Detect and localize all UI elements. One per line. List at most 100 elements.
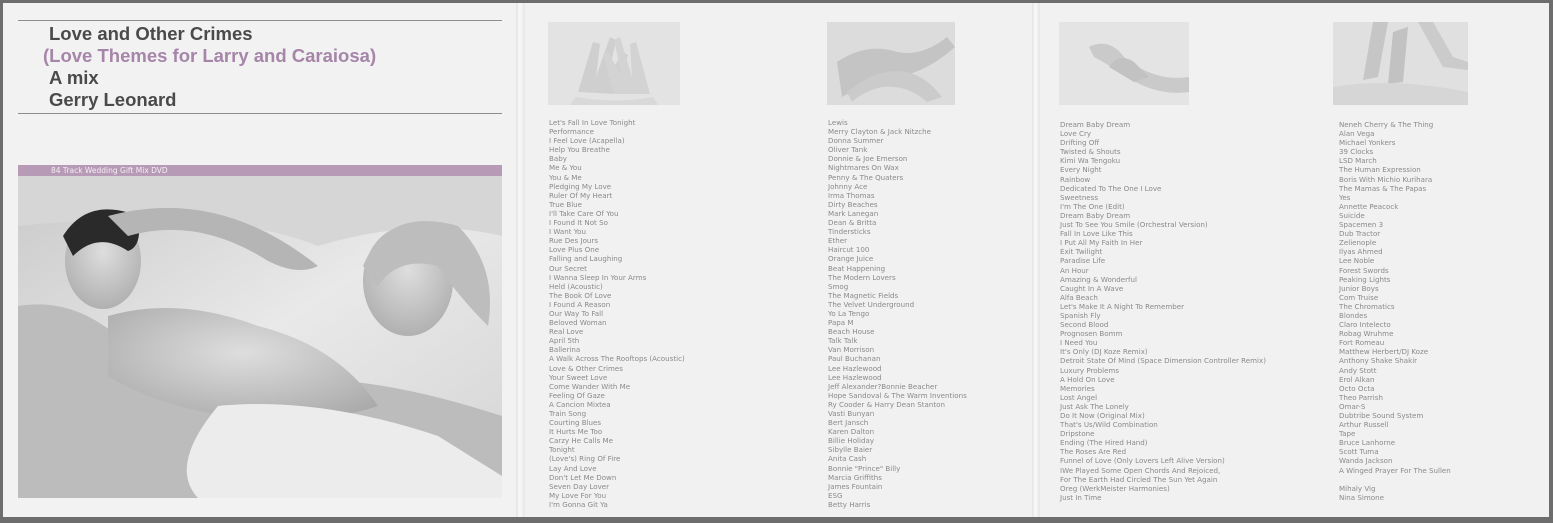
- track-item: Twisted & Shouts: [1060, 147, 1121, 157]
- track-item: Dub Tractor: [1339, 229, 1381, 239]
- cover-title: Love and Other Crimes: [49, 23, 253, 44]
- track-item: Just In Time: [1060, 492, 1102, 502]
- track-item: Oliver Tank: [828, 145, 868, 155]
- track-item: Rainbow: [1060, 174, 1091, 184]
- track-item: Fort Romeau: [1339, 338, 1385, 348]
- track-item: Tonight: [549, 445, 575, 455]
- track-item: LSD March: [1339, 156, 1377, 166]
- track-item: Wanda Jackson: [1339, 456, 1393, 466]
- track-item: The Chromatics: [1339, 301, 1395, 311]
- track-item: Caught In A Wave: [1060, 283, 1124, 293]
- track-item: Omar-S: [1339, 401, 1366, 411]
- track-item: Claro Intelecto: [1339, 320, 1391, 330]
- top-rule: [18, 20, 502, 21]
- track-item: Com Truise: [1339, 292, 1379, 302]
- track-item: Detroit State Of Mind (Space Dimension C…: [1060, 356, 1266, 366]
- track-item: Dean & Britta: [828, 218, 877, 228]
- track-item: Zelienople: [1339, 238, 1377, 248]
- track-item: Do It Now (Original Mix): [1060, 411, 1145, 420]
- track-item: Seven Day Lover: [549, 481, 610, 491]
- track-item: Your Sweet Love: [549, 372, 608, 382]
- track-item: Lee Hazlewood: [828, 372, 882, 382]
- track-item: I Feel Love (Acapella): [549, 136, 625, 146]
- track-item: Yes: [1339, 192, 1351, 202]
- track-item: Our Way To Fall: [549, 308, 604, 318]
- track-item: Help You Breathe: [549, 145, 610, 155]
- track-item: Love Cry: [1060, 129, 1092, 139]
- track-item: Papa M: [828, 318, 854, 328]
- track-item: It's Only (DJ Koze Remix): [1060, 347, 1148, 357]
- track-item: Matthew Herbert/DJ Koze: [1339, 347, 1429, 357]
- track-item: Lewis: [828, 118, 848, 127]
- track-item: ESG: [828, 490, 843, 500]
- track-item: 39 Clocks: [1339, 147, 1374, 157]
- track-item: Orange Juice: [828, 254, 874, 264]
- track-item: Donnie & Joe Emerson: [828, 154, 908, 164]
- cover-mix-label: A mix: [49, 67, 99, 88]
- track-item: A Walk Across The Rooftops (Acoustic): [549, 354, 685, 364]
- banner-text: 84 Track Wedding Gift Mix DVD: [51, 166, 168, 175]
- track-item: You & Me: [549, 172, 582, 182]
- track-item: Lee Hazlewood: [828, 363, 882, 373]
- track-item: Paradise Life: [1060, 256, 1106, 266]
- track-item: Paul Buchanan: [828, 354, 881, 364]
- track-item: Held (Acoustic): [549, 281, 603, 291]
- track-item: Billie Holiday: [828, 436, 875, 446]
- track-item: Exit Twilight: [1060, 247, 1103, 257]
- track-item: True Blue: [549, 199, 583, 209]
- track-item: Theo Parrish: [1339, 392, 1383, 402]
- track-item: The Modern Lovers: [828, 272, 896, 282]
- track-item: Amazing & Wonderful: [1060, 274, 1138, 284]
- track-item: Anthony Shake Shakir: [1339, 356, 1418, 366]
- track-item: Erol Alkan: [1339, 374, 1375, 384]
- track-item: A Cancion Mixtea: [549, 399, 611, 409]
- track-item: Pledging My Love: [549, 181, 612, 191]
- track-item: It Hurts Me Too: [549, 427, 603, 437]
- track-item: Dirty Beaches: [828, 199, 878, 209]
- track-item: Karen Dalton: [828, 427, 875, 437]
- tracklist-titles-a: Let's Fall In Love Tonight Performance I F…: [549, 118, 685, 509]
- track-item: April 5th: [549, 336, 580, 346]
- track-item: Just Ask The Lonely: [1060, 401, 1129, 411]
- cover-artist: Gerry Leonard: [49, 89, 177, 110]
- track-item: Prognosen Bomm: [1060, 329, 1123, 339]
- track-item: I Need You: [1060, 338, 1098, 348]
- track-item: Train Song: [549, 409, 587, 418]
- track-item: Suicide: [1339, 210, 1365, 220]
- track-item: Blondes: [1339, 310, 1368, 320]
- track-item: Love Plus One: [549, 245, 600, 255]
- track-item: A Winged Prayer For The Sullen: [1339, 465, 1451, 475]
- track-item: Let's Fall In Love Tonight: [549, 118, 636, 127]
- page-fold: [1032, 3, 1040, 517]
- track-item: Come Wander With Me: [549, 381, 631, 391]
- track-item: Vasti Bunyan: [828, 409, 875, 418]
- track-item: I'm Gonna Git Ya: [549, 499, 608, 509]
- track-item: Spacemen 3: [1339, 220, 1384, 230]
- clasped-hands-thumbnail: [827, 22, 955, 105]
- track-item: I Found It Not So: [549, 218, 608, 228]
- track-item: Me & You: [549, 163, 582, 173]
- track-item: Alan Vega: [1339, 129, 1375, 139]
- track-item: Bonnie "Prince" Billy: [828, 463, 901, 473]
- track-item: Neneh Cherry & The Thing: [1339, 120, 1434, 129]
- track-item: That's Us/Wild Combination: [1060, 420, 1158, 430]
- track-item: Baby: [549, 154, 567, 164]
- track-item: Dream Baby Dream: [1060, 210, 1131, 220]
- track-item: Mark Lanegan: [828, 208, 879, 218]
- page-fold: [516, 3, 525, 517]
- track-item: Merry Clayton & Jack Nitzche: [828, 127, 932, 137]
- track-item: My Love For You: [549, 490, 607, 500]
- track-item: Alfa Beach: [1060, 292, 1098, 302]
- track-item: Annette Peacock: [1339, 201, 1399, 211]
- track-item: Penny & The Quaters: [828, 172, 904, 182]
- tracklist-titles-b: Dream Baby Dream Love Cry Drifting Off Twis…: [1060, 120, 1266, 502]
- hands-thumbnail: [548, 22, 680, 105]
- legs-thumbnail: [1333, 22, 1468, 105]
- track-item: Sibylle Baier: [828, 445, 873, 455]
- track-item: Lost Angel: [1060, 392, 1098, 402]
- track-item: Andy Stott: [1339, 365, 1377, 375]
- tracklist-page-1: Let's Fall In Love Tonight Performance I F…: [525, 3, 1035, 517]
- track-item: Performance: [549, 127, 594, 137]
- track-item: I Want You: [549, 227, 587, 237]
- track-item: The Roses Are Red: [1060, 447, 1127, 457]
